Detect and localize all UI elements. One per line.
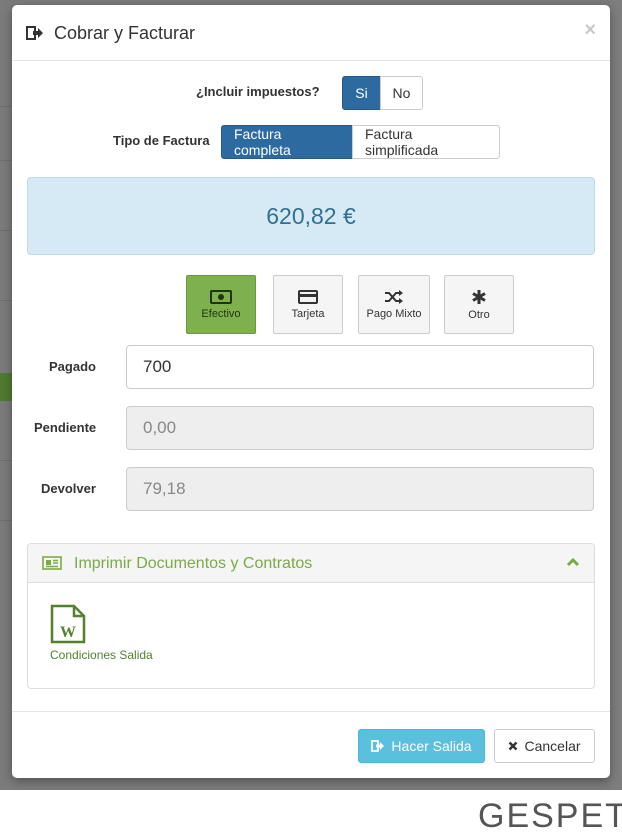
paid-label: Pagado (49, 359, 96, 374)
taxes-yes-button[interactable]: Si (342, 76, 381, 110)
pending-label: Pendiente (34, 420, 97, 435)
document-condiciones-salida[interactable]: Condiciones Salida (50, 648, 153, 662)
shuffle-icon (385, 289, 403, 304)
invoice-type-toggle: Factura completa Factura simplificada (221, 125, 500, 159)
background-edge (610, 0, 622, 790)
payment-other-button[interactable]: Otro (444, 275, 514, 334)
checkout-submit-label: Hacer Salida (391, 738, 472, 754)
modal-title: Cobrar y Facturar (54, 23, 196, 43)
checkout-submit-button[interactable]: Hacer Salida (358, 729, 485, 763)
change-label: Devolver (41, 481, 96, 496)
close-icon (509, 741, 518, 751)
newspaper-icon (42, 556, 62, 570)
sign-out-icon (26, 26, 43, 40)
word-document-icon[interactable]: W (50, 604, 86, 644)
chevron-up-icon[interactable] (566, 557, 580, 567)
payment-card-label: Tarjeta (291, 307, 325, 320)
taxes-label: ¿Incluir impuestos? (196, 84, 320, 99)
cash-icon (210, 289, 232, 304)
payment-cash-button[interactable]: Efectivo (186, 275, 256, 334)
documents-panel: Imprimir Documentos y Contratos W Condic… (27, 543, 595, 689)
sign-out-icon (371, 740, 385, 752)
payment-cash-label: Efectivo (201, 307, 241, 320)
checkout-modal: Cobrar y Facturar × ¿Incluir impuestos? … (12, 5, 610, 778)
taxes-toggle: Si No (342, 76, 423, 110)
invoice-full-button[interactable]: Factura completa (221, 125, 353, 159)
cancel-label: Cancelar (524, 738, 581, 754)
payment-card-button[interactable]: Tarjeta (273, 275, 343, 334)
svg-text:W: W (60, 624, 76, 641)
invoice-simplified-button[interactable]: Factura simplificada (352, 125, 500, 159)
payment-mixed-label: Pago Mixto (366, 307, 422, 320)
change-field (126, 467, 594, 511)
modal-footer: Hacer Salida Cancelar (12, 711, 610, 778)
paid-input[interactable] (126, 345, 594, 389)
total-amount-display: 620,82 € (27, 177, 595, 255)
invoice-type-label: Tipo de Factura (113, 133, 210, 148)
close-button[interactable]: × (584, 19, 596, 42)
documents-panel-title: Imprimir Documentos y Contratos (74, 555, 313, 572)
background-highlight (0, 373, 12, 401)
pending-field (126, 406, 594, 450)
credit-card-icon (298, 289, 318, 304)
modal-header: Cobrar y Facturar × (12, 5, 610, 61)
taxes-no-button[interactable]: No (380, 76, 423, 110)
payment-mixed-button[interactable]: Pago Mixto (358, 275, 430, 334)
cancel-button[interactable]: Cancelar (494, 729, 595, 763)
payment-other-label: Otro (468, 308, 490, 321)
gespet-logo: GESPET (478, 797, 622, 835)
documents-panel-header[interactable]: Imprimir Documentos y Contratos (28, 544, 594, 583)
total-amount: 620,82 € (266, 202, 356, 229)
asterisk-icon (472, 289, 486, 304)
